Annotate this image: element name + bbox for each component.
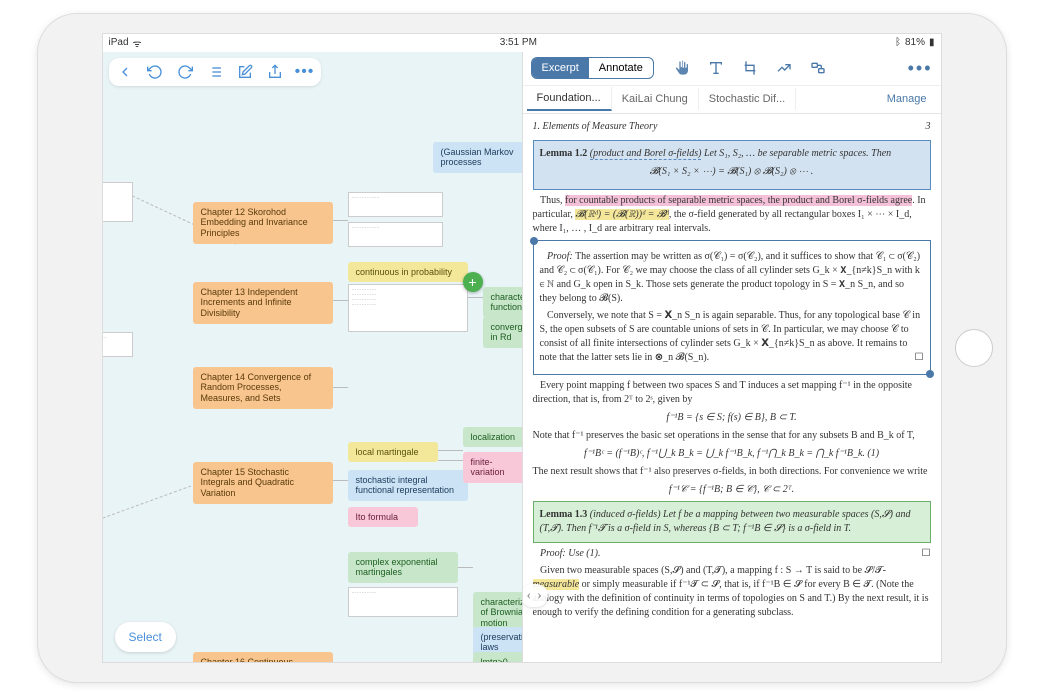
select-button[interactable]: Select: [115, 622, 176, 652]
lemma-1-3-box[interactable]: Lemma 1.3 (induced σ-fields) Let f be a …: [533, 501, 931, 543]
node-char-fn[interactable]: character functions: [483, 287, 522, 319]
node-thumb-ch12a[interactable]: ·················: [348, 192, 443, 217]
undo-button[interactable]: [145, 62, 165, 82]
node-thumb[interactable]: ·········: [103, 182, 133, 222]
qed-symbol-2: ☐: [922, 547, 931, 561]
node-ch12[interactable]: Chapter 12 Skorohod Embedding and Invari…: [193, 202, 333, 244]
home-button[interactable]: [955, 329, 993, 367]
tab-manage[interactable]: Manage: [877, 88, 937, 110]
link-tool-icon[interactable]: [808, 58, 828, 78]
more-button[interactable]: •••: [295, 62, 315, 82]
paragraph-4: The next result shows that f⁻¹ also pres…: [533, 465, 931, 479]
lemma-1-3-sub: (induced σ-fields): [590, 509, 661, 520]
right-toolbar: Excerpt Annotate •••: [523, 52, 941, 86]
add-node-button[interactable]: +: [463, 272, 483, 292]
page-nav: ‹ ›: [523, 584, 548, 608]
node-ch15[interactable]: Chapter 15 Stochastic Integrals and Quad…: [193, 462, 333, 504]
node-ch13[interactable]: Chapter 13 Independent Increments and In…: [193, 282, 333, 324]
math-eq-1: f⁻¹Bᶜ = (f⁻¹B)ᶜ, f⁻¹⋃_k B_k = ⋃_k f⁻¹B_k…: [533, 447, 931, 461]
tab-foundation[interactable]: Foundation...: [527, 87, 612, 111]
node-thumb-ch12b[interactable]: ·················: [348, 222, 443, 247]
prev-page-button[interactable]: ‹: [525, 586, 534, 606]
lemma-1-2-body: Let S₁, S₂, … be separable metric spaces…: [704, 148, 891, 159]
node-limtg[interactable]: lmtg>0⇔ exp.lmtg: [473, 652, 522, 663]
doc-page-number: 3: [926, 120, 931, 134]
share-button[interactable]: [265, 62, 285, 82]
clock: 3:51 PM: [500, 37, 537, 48]
node-thumb-left[interactable]: ······: [103, 332, 133, 357]
tab-stochastic[interactable]: Stochastic Dif...: [699, 88, 796, 110]
node-ch16[interactable]: Chapter 16 Continuous Martingales and Br…: [193, 652, 333, 663]
node-conv-rd[interactable]: convergence in Rd: [483, 317, 522, 349]
next-page-button[interactable]: ›: [535, 586, 544, 606]
device-label: iPad: [109, 37, 129, 48]
bluetooth-icon: ᛒ: [895, 37, 901, 48]
status-bar: iPad ᯤ 3:51 PM ᛒ 81% ▮: [103, 34, 941, 52]
proof-1-3: Proof: Use (1). ☐: [533, 547, 931, 561]
hand-tool-icon[interactable]: [672, 58, 692, 78]
node-complex-exp[interactable]: complex exponential martingales: [348, 552, 458, 584]
math-inverse-def: f⁻¹B = {s ∈ S; f(s) ∈ B}, B ⊂ T.: [533, 411, 931, 425]
battery-icon: ▮: [929, 37, 935, 48]
lemma-1-2-math: 𝓑(S₁ × S₂ × ⋯) = 𝓑(S₁) ⊗ 𝓑(S₂) ⊗ ⋯ .: [540, 165, 924, 179]
node-thumb-exp[interactable]: ···············: [348, 587, 458, 617]
mindmap-pane[interactable]: ••• Select ········· (Gaussian Markov pr…: [103, 52, 522, 663]
doc-section-title: 1. Elements of Measure Theory: [533, 120, 658, 134]
lemma-1-2-sub: (product and Borel σ-fields): [590, 148, 702, 160]
paragraph-2: Every point mapping f between two spaces…: [533, 379, 931, 407]
node-thumb-ch13[interactable]: ········································…: [348, 284, 468, 332]
edit-button[interactable]: [235, 62, 255, 82]
node-stoch-int[interactable]: stochastic integral functional represent…: [348, 470, 468, 502]
paragraph-5: Given two measurable spaces (S,𝓢) and (T…: [533, 564, 931, 620]
right-more-button[interactable]: •••: [908, 58, 933, 79]
qed-symbol: ☐: [915, 351, 924, 365]
node-finite-var[interactable]: finite-variation: [463, 452, 522, 484]
crop-tool-icon[interactable]: [740, 58, 760, 78]
node-localization[interactable]: localization: [463, 427, 522, 448]
node-ito[interactable]: Ito formula: [348, 507, 418, 528]
wifi-icon: ᯤ: [133, 36, 142, 50]
proof-selection-box[interactable]: Proof: The assertion may be written as σ…: [533, 240, 931, 375]
node-cont-prob[interactable]: continuous in probability: [348, 262, 468, 283]
proof-text-1: The assertion may be written as σ(𝒞₁) = …: [540, 251, 921, 304]
redo-button[interactable]: [175, 62, 195, 82]
mode-segment[interactable]: Excerpt Annotate: [531, 57, 654, 79]
document-tabs: Foundation... KaiLai Chung Stochastic Di…: [523, 86, 941, 114]
node-ch14[interactable]: Chapter 14 Convergence of Random Process…: [193, 367, 333, 409]
battery-label: 81%: [905, 37, 925, 48]
text-tool-icon[interactable]: [706, 58, 726, 78]
math-inverse-class: f⁻¹𝒞 = {f⁻¹B; B ∈ 𝒞}, 𝒞 ⊂ 2ᵀ.: [533, 483, 931, 497]
document-pane: Excerpt Annotate ••• Found: [522, 52, 941, 663]
proof-label: Proof:: [547, 251, 573, 262]
back-button[interactable]: [115, 62, 135, 82]
paragraph-3: Note that f⁻¹ preserves the basic set op…: [533, 429, 931, 443]
lasso-tool-icon[interactable]: [774, 58, 794, 78]
selection-handle-br[interactable]: [926, 370, 934, 378]
proof-text-2: Conversely, we note that S = 𝗫_n S_n is …: [540, 310, 921, 363]
node-gaussian[interactable]: (Gaussian Markov processes: [433, 142, 522, 174]
document-viewer[interactable]: ‹ › 1. Elements of Measure Theory 3 Lemm…: [523, 114, 941, 663]
highlight-brd[interactable]: 𝓑(ℝᵈ) = (𝓑(ℝ))ᵈ = 𝓑ᵈ: [575, 209, 668, 220]
left-toolbar: •••: [109, 58, 321, 86]
highlight-product-borel[interactable]: for countable products of separable metr…: [565, 195, 912, 206]
paragraph-1: Thus, for countable products of separabl…: [533, 194, 931, 236]
node-local-mart[interactable]: local martingale: [348, 442, 438, 463]
excerpt-mode[interactable]: Excerpt: [532, 58, 589, 78]
lemma-1-2-box[interactable]: Lemma 1.2 (product and Borel σ-fields) L…: [533, 140, 931, 190]
lemma-1-3-title: Lemma 1.3: [540, 509, 588, 520]
list-button[interactable]: [205, 62, 225, 82]
selection-handle-tl[interactable]: [530, 237, 538, 245]
lemma-1-2-title: Lemma 1.2: [540, 148, 588, 159]
tab-kailai[interactable]: KaiLai Chung: [612, 88, 699, 110]
annotate-mode[interactable]: Annotate: [589, 58, 653, 78]
